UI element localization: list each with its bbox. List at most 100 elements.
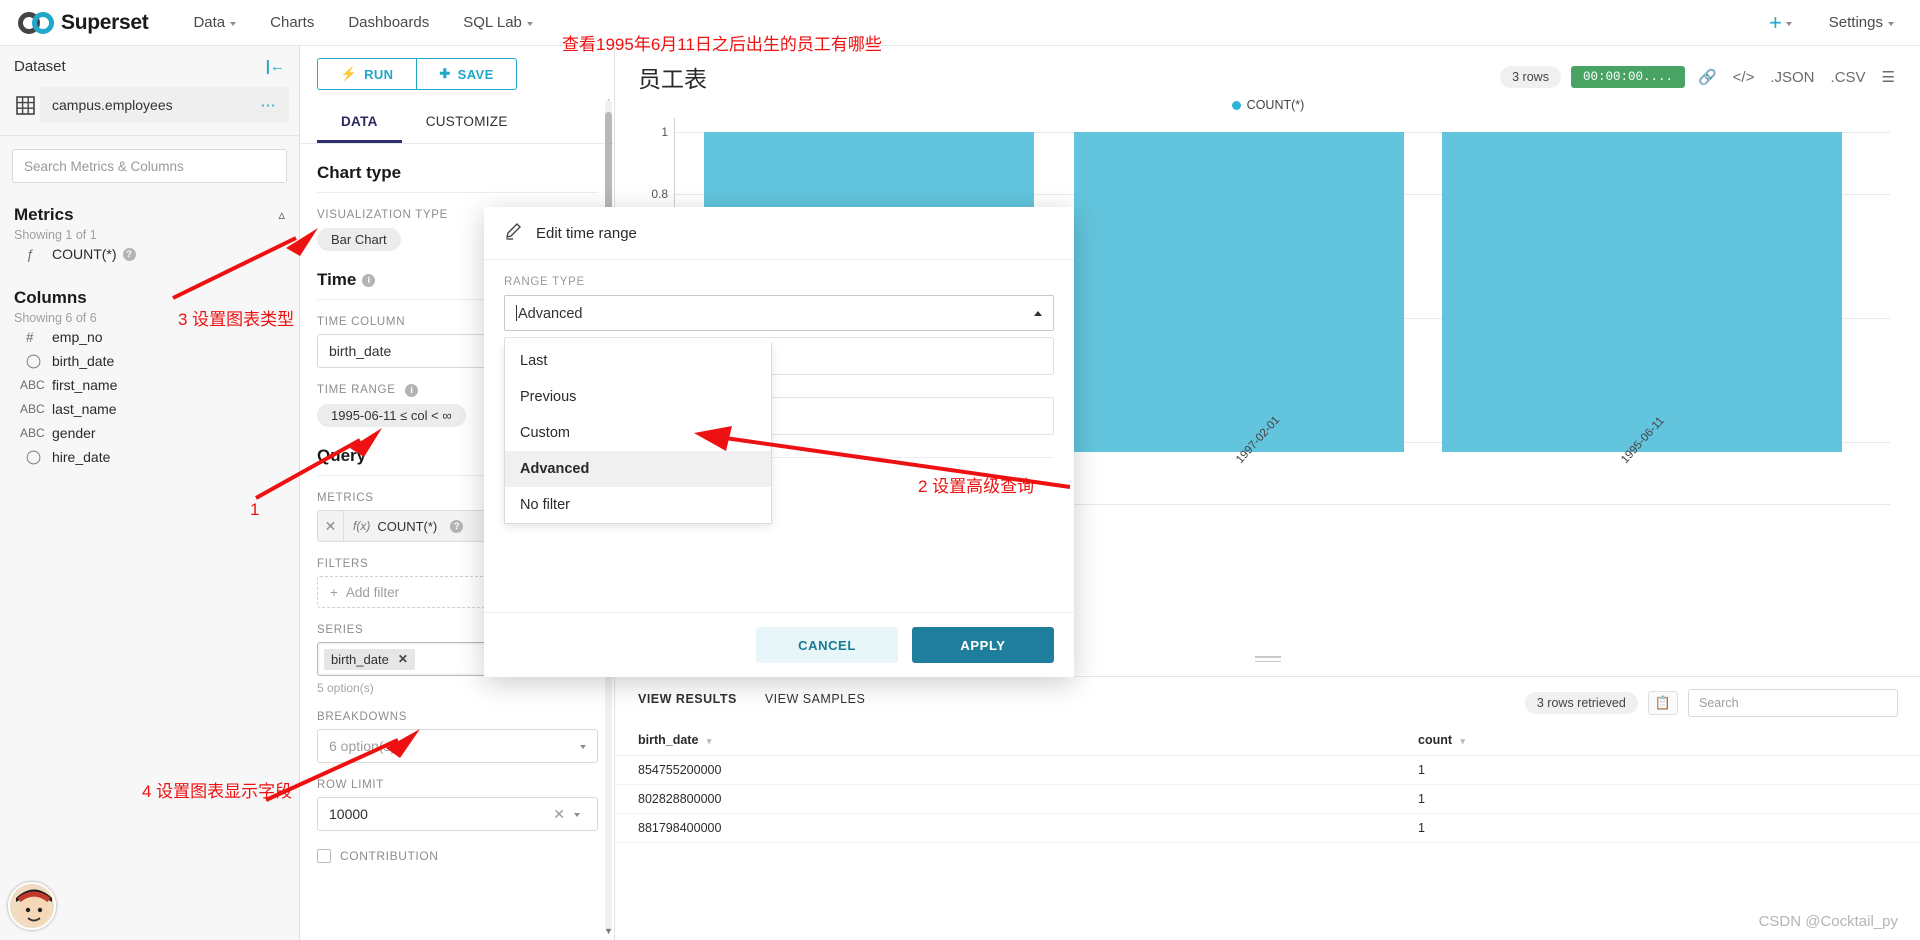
clock-icon: ◯ [26,449,42,464]
range-type-select[interactable]: Advanced [504,295,1054,331]
chevron-down-icon[interactable] [574,813,580,817]
dropdown-option-label: Previous [520,389,577,405]
annotation-label-1: 1 [250,500,260,519]
link-icon[interactable]: 🔗 [1695,66,1720,88]
dataset-name-label: campus.employees [52,97,173,113]
plus-icon: + [1768,9,1782,35]
info-icon[interactable]: ? [450,519,464,533]
sort-icon[interactable]: ▾ [707,737,712,746]
nav-item-charts[interactable]: Charts [253,0,331,46]
cancel-button[interactable]: CANCEL [756,627,898,663]
collapse-left-icon[interactable]: |← [266,58,285,75]
menu-icon[interactable]: ☰ [1879,66,1898,88]
dataset-sidebar-header: Dataset |← [0,46,299,81]
bar-segment[interactable] [1074,132,1404,452]
save-button[interactable]: ✚ SAVE [417,58,517,90]
results-table-body: 854755200000 1 802828800000 1 8817984000… [616,755,1920,843]
column-item-first-name[interactable]: ABC first_name [0,373,299,397]
modal-header: Edit time range [484,207,1074,260]
chevron-down-icon [1785,21,1792,26]
annotation-title-note: 查看1995年6月11日之后出生的员工有哪些 [562,35,882,54]
nav-item-dashboards[interactable]: Dashboards [331,0,446,46]
annotation-arrow-1 [255,428,382,500]
chevron-up-icon[interactable] [1034,310,1042,316]
bar-segment[interactable] [1442,132,1842,452]
column-item-last-name[interactable]: ABC last_name [0,397,299,421]
annotation-label-2: 2 设置高级查询 [918,477,1035,496]
search-metrics-columns-input[interactable]: Search Metrics & Columns [12,149,287,183]
pencil-icon [504,221,524,245]
series-option-count: 5 option(s) [317,681,374,695]
chart-type-section-title: Chart type [317,163,402,182]
annotation-label-3: 3 设置图表类型 [178,310,295,329]
table-row[interactable]: 881798400000 1 [616,813,1920,843]
column-item-label: hire_date [52,449,111,465]
remove-metric-icon[interactable]: ✕ [318,511,344,541]
info-icon[interactable]: ? [122,247,136,261]
info-icon[interactable]: i [362,273,376,287]
nav-item-sql-lab[interactable]: SQL Lab [446,0,550,46]
contribution-checkbox-row[interactable]: CONTRIBUTION [317,849,598,863]
text-type-icon: ABC [20,426,45,440]
plus-icon: + [330,584,338,600]
save-button-label: SAVE [457,66,494,82]
nav-right-group: + Settings [1769,0,1902,46]
results-table: birth_date ▾ count ▾ 854755200000 1 8028… [616,725,1920,843]
tab-data[interactable]: DATA [317,104,402,143]
series-tag[interactable]: birth_date ✕ [324,648,415,670]
more-options-icon[interactable]: ⋯ [261,96,278,114]
chevron-down-icon[interactable] [580,745,586,749]
breakdowns-label: BREAKDOWNS [317,711,408,723]
nav-item-data[interactable]: Data [176,0,253,46]
resize-handle[interactable] [1255,656,1281,664]
table-row[interactable]: 854755200000 1 [616,755,1920,785]
chevron-up-icon[interactable]: ▵ [278,207,285,223]
modal-footer: CANCEL APPLY [484,612,1074,677]
add-new-button[interactable]: + [1769,10,1792,36]
avatar[interactable] [8,882,56,930]
watermark: CSDN @Cocktail_py [1758,913,1898,930]
range-type-value-text: Advanced [518,305,583,322]
contribution-checkbox[interactable] [317,849,331,863]
code-icon[interactable]: </> [1730,67,1758,88]
dropdown-option-previous[interactable]: Previous [505,379,771,415]
results-search-input[interactable]: Search [1688,689,1898,717]
nav-item-settings[interactable]: Settings [1812,0,1894,46]
clear-icon[interactable]: ✕ [553,806,565,823]
cell-birth-date: 854755200000 [616,755,1396,785]
scroll-down-arrow[interactable]: ▼ [604,926,613,936]
column-header-label: birth_date [638,733,699,747]
column-header-birth-date[interactable]: birth_date ▾ [616,725,1396,756]
dataset-name-selector[interactable]: campus.employees ⋯ [40,87,289,123]
tab-view-results[interactable]: VIEW RESULTS [638,692,737,714]
column-header-count[interactable]: count ▾ [1396,725,1920,756]
copy-icon[interactable]: 📋 [1647,691,1678,715]
sort-icon[interactable]: ▾ [1461,737,1466,746]
tab-view-samples-label: VIEW SAMPLES [764,692,866,706]
run-button[interactable]: ⚡ RUN [317,58,417,90]
visualization-type-text: Bar Chart [331,232,387,247]
dataset-selector-row: campus.employees ⋯ [0,87,299,123]
metric-value: f(x) COUNT(*) ? [344,519,472,534]
chevron-down-icon [230,21,237,26]
chart-toolbar: 3 rows 00:00:00.... 🔗 </> .JSON .CSV ☰ [1500,60,1898,88]
visualization-type-value[interactable]: Bar Chart [317,228,401,251]
rows-retrieved-badge: 3 rows retrieved [1524,692,1638,714]
brand-logo[interactable]: Superset [18,11,149,35]
json-download-button[interactable]: .JSON [1767,67,1817,88]
table-row[interactable]: 802828800000 1 [616,784,1920,814]
superset-logo-icon [18,11,54,34]
column-item-birth-date[interactable]: ◯ birth_date [0,349,299,373]
csv-download-button[interactable]: .CSV [1828,67,1869,88]
apply-button[interactable]: APPLY [912,627,1054,663]
remove-tag-icon[interactable]: ✕ [398,652,408,666]
row-limit-controls: ✕ [553,806,586,823]
tab-view-samples[interactable]: VIEW SAMPLES [765,692,865,714]
handle-line [1255,656,1281,658]
tab-customize[interactable]: CUSTOMIZE [402,104,532,143]
info-icon[interactable]: i [405,384,419,397]
text-cursor [516,304,517,321]
function-icon: f(x) [353,519,371,533]
dropdown-option-last[interactable]: Last [505,343,771,379]
range-type-label: RANGE TYPE [504,276,585,288]
